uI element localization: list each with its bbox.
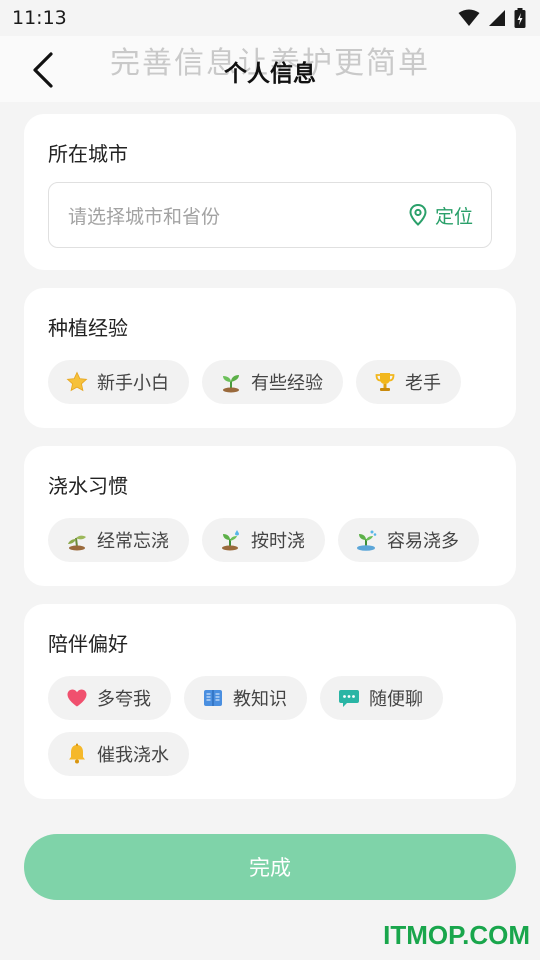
option-often-forget[interactable]: 经常忘浇 bbox=[48, 518, 189, 562]
city-section-title: 所在城市 bbox=[48, 142, 128, 166]
chat-bubble-icon bbox=[338, 687, 360, 709]
option-overwater[interactable]: 容易浇多 bbox=[338, 518, 479, 562]
sprout-icon bbox=[220, 371, 242, 393]
wifi-icon bbox=[458, 9, 480, 26]
trophy-icon bbox=[374, 371, 396, 393]
dry-plant-icon bbox=[66, 529, 88, 551]
watermark-text: ITMOP.COM bbox=[383, 920, 530, 950]
status-icons bbox=[458, 8, 526, 28]
city-select-field[interactable]: 请选择城市和省份 定位 bbox=[48, 182, 492, 248]
option-label: 有些经验 bbox=[251, 373, 323, 394]
bell-icon bbox=[66, 743, 88, 765]
locate-label: 定位 bbox=[434, 205, 473, 228]
status-bar: 11:13 bbox=[0, 0, 540, 36]
option-label: 新手小白 bbox=[97, 373, 169, 394]
option-label: 按时浇 bbox=[251, 531, 305, 552]
option-teach-knowledge[interactable]: 教知识 bbox=[184, 676, 307, 720]
experience-section-title: 种植经验 bbox=[48, 316, 128, 340]
watering-options: 经常忘浇 按时浇 容易浇多 bbox=[48, 518, 492, 562]
option-casual-chat[interactable]: 随便聊 bbox=[320, 676, 443, 720]
locate-button[interactable]: 定位 bbox=[409, 202, 473, 229]
option-label: 经常忘浇 bbox=[97, 531, 169, 552]
companion-section-title: 陪伴偏好 bbox=[48, 632, 128, 656]
battery-charging-icon bbox=[514, 8, 526, 28]
companion-options: 多夸我 教知识 随便聊 催我浇水 bbox=[48, 676, 492, 776]
option-label: 随便聊 bbox=[369, 689, 423, 710]
status-time: 11:13 bbox=[12, 7, 67, 29]
option-newbie[interactable]: 新手小白 bbox=[48, 360, 189, 404]
star-icon bbox=[66, 371, 88, 393]
watering-section-title: 浇水习惯 bbox=[48, 474, 128, 498]
option-label: 催我浇水 bbox=[97, 745, 169, 766]
option-label: 多夸我 bbox=[97, 689, 151, 710]
done-button[interactable]: 完成 bbox=[24, 834, 516, 900]
option-remind-watering[interactable]: 催我浇水 bbox=[48, 732, 189, 776]
experience-card: 种植经验 新手小白 有些经验 老手 bbox=[24, 288, 516, 428]
heart-icon bbox=[66, 687, 88, 709]
companion-card: 陪伴偏好 多夸我 教知识 随便聊 催我浇水 bbox=[24, 604, 516, 799]
option-praise-me[interactable]: 多夸我 bbox=[48, 676, 171, 720]
experience-options: 新手小白 有些经验 老手 bbox=[48, 360, 492, 404]
option-label: 老手 bbox=[405, 373, 441, 394]
overwatered-plant-icon bbox=[356, 529, 378, 551]
header: 完善信息让养护更简单 个人信息 bbox=[0, 36, 540, 102]
option-veteran[interactable]: 老手 bbox=[356, 360, 461, 404]
option-some-experience[interactable]: 有些经验 bbox=[202, 360, 343, 404]
city-card: 所在城市 请选择城市和省份 定位 bbox=[24, 114, 516, 270]
option-on-time[interactable]: 按时浇 bbox=[202, 518, 325, 562]
book-icon bbox=[202, 687, 224, 709]
watering-card: 浇水习惯 经常忘浇 按时浇 容易浇多 bbox=[24, 446, 516, 586]
cellular-signal-icon bbox=[489, 10, 505, 26]
option-label: 教知识 bbox=[233, 689, 287, 710]
location-pin-icon bbox=[409, 204, 427, 226]
city-placeholder: 请选择城市和省份 bbox=[68, 205, 221, 228]
option-label: 容易浇多 bbox=[387, 531, 459, 552]
page-title: 个人信息 bbox=[224, 61, 316, 87]
watered-plant-icon bbox=[220, 529, 242, 551]
